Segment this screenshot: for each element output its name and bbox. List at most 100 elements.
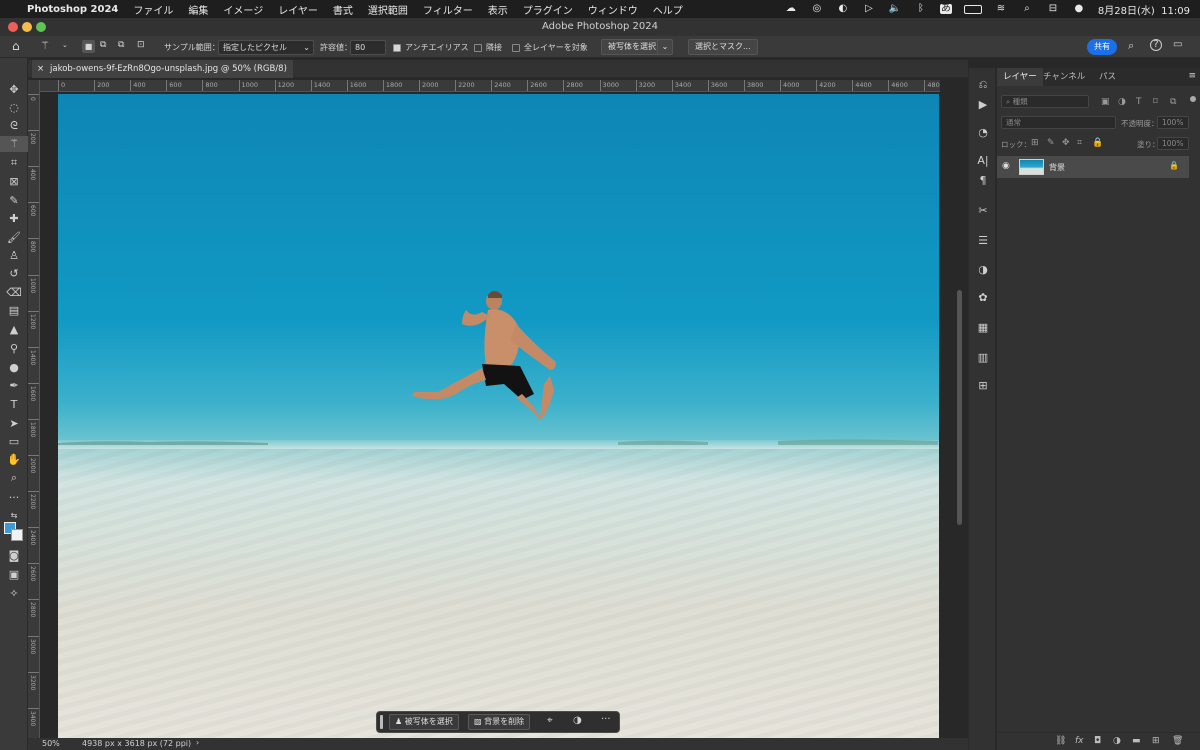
new-adjustment-icon[interactable]: ◑	[1113, 736, 1121, 746]
lock-image-icon[interactable]: ✎	[1047, 138, 1055, 148]
transform-icon[interactable]: ⌖	[547, 715, 553, 726]
menu-window[interactable]: ウィンドウ	[588, 2, 638, 17]
ctx-select-subject-button[interactable]: ♟ 被写体を選択	[389, 714, 459, 730]
all-layers-checkbox[interactable]: 全レイヤーを対象	[512, 42, 588, 53]
link-layers-icon[interactable]: ⛓	[1055, 736, 1066, 746]
close-window-button[interactable]	[8, 22, 18, 32]
paragraph-panel-icon[interactable]: ¶	[969, 174, 997, 187]
new-group-icon[interactable]: ▬	[1132, 736, 1141, 746]
menu-plugins[interactable]: プラグイン	[523, 2, 573, 17]
clone-stamp-icon[interactable]: ♙	[0, 248, 28, 264]
adjustment-icon[interactable]: ◑	[573, 715, 582, 726]
marquee-tool-icon[interactable]: ◌	[0, 100, 28, 116]
sync-icon[interactable]: ◐	[836, 4, 850, 14]
pen-tool-icon[interactable]: ✒	[0, 378, 28, 394]
document-tab[interactable]: × jakob-owens-9f-EzRn8Ogo-unsplash.jpg @…	[32, 60, 293, 78]
select-subject-dropdown-icon[interactable]: ⌄	[657, 39, 673, 55]
control-center-icon[interactable]: ⊟	[1046, 4, 1060, 14]
zoom-level[interactable]: 50%	[42, 739, 60, 748]
properties-panel-icon[interactable]: ◔	[969, 126, 997, 139]
select-subject-button[interactable]: 被写体を選択	[601, 39, 663, 55]
horizontal-ruler[interactable]: 0 200 400 600 800 1000 1200 1400 1600 1800 2000 220…	[40, 80, 940, 92]
gradient-tool-icon[interactable]: ▤	[0, 303, 28, 319]
menu-edit[interactable]: 編集	[188, 2, 208, 17]
zoom-tool-icon[interactable]: ⌕	[0, 470, 28, 486]
frame-tool-icon[interactable]: ⊠	[0, 174, 28, 190]
magic-wand-tool-icon[interactable]: ⚚	[0, 136, 28, 152]
add-selection-icon[interactable]: ⧉	[100, 40, 106, 50]
tab-channels[interactable]: チャンネル	[1037, 68, 1091, 86]
vertical-scrollbar[interactable]	[957, 290, 962, 525]
input-method-icon[interactable]: あ	[939, 4, 952, 14]
magic-wand-tool-icon[interactable]: ⚚	[40, 39, 50, 52]
bookmark-icon[interactable]: ▷	[862, 4, 876, 14]
search-icon[interactable]: ⌕	[1128, 39, 1134, 53]
menu-select[interactable]: 選択範囲	[368, 2, 408, 17]
menu-app-name[interactable]: Photoshop 2024	[27, 4, 118, 15]
generative-icon[interactable]: ✧	[0, 586, 28, 602]
lasso-tool-icon[interactable]: ᘓ	[0, 118, 28, 134]
delete-layer-icon[interactable]: 🗑	[1172, 736, 1183, 746]
path-selection-icon[interactable]: ➤	[0, 416, 28, 432]
rectangle-tool-icon[interactable]: ▭	[0, 434, 28, 450]
opacity-input[interactable]: 100%	[1157, 116, 1189, 129]
quick-mask-icon[interactable]: ◙	[0, 548, 28, 564]
healing-brush-icon[interactable]: ✚	[0, 211, 28, 227]
menu-layer[interactable]: レイヤー	[278, 2, 318, 17]
tool-preset-chevron-icon[interactable]: ⌄	[62, 41, 68, 49]
background-color-swatch[interactable]	[11, 529, 23, 541]
subtract-selection-icon[interactable]: ⧉	[118, 40, 124, 50]
swatches-panel-icon[interactable]: ▦	[969, 321, 997, 334]
menu-view[interactable]: 表示	[488, 2, 508, 17]
filter-adjustment-icon[interactable]: ◑	[1118, 97, 1126, 107]
type-tool-icon[interactable]: T	[0, 397, 28, 413]
more-options-icon[interactable]: ···	[601, 714, 611, 725]
workspace-icon[interactable]: ▭	[1173, 39, 1182, 50]
tolerance-input[interactable]: 80	[350, 40, 386, 55]
adjustments-icon[interactable]: ☰	[969, 234, 997, 247]
sample-size-select[interactable]: 指定したピクセル ⌄	[218, 40, 314, 55]
crop-tool-icon[interactable]: ⌗	[0, 155, 28, 171]
battery-icon[interactable]	[963, 4, 982, 14]
clock-datetime[interactable]: 8月28日(水) 11:09	[1098, 2, 1190, 17]
panel-menu-icon[interactable]: ≡	[1188, 71, 1196, 81]
color-panel-icon[interactable]: ✿	[969, 291, 997, 304]
lock-position-icon[interactable]: ✥	[1062, 138, 1070, 148]
move-tool-icon[interactable]: ✥	[0, 82, 28, 98]
menu-image[interactable]: イメージ	[223, 2, 263, 17]
volume-icon[interactable]: 🔈	[888, 4, 902, 14]
history-brush-icon[interactable]: ↺	[0, 266, 28, 282]
new-layer-icon[interactable]: ⊞	[1152, 736, 1160, 746]
layer-row-background[interactable]: ◉ 背景 🔒	[997, 156, 1189, 178]
eraser-tool-icon[interactable]: ⌫	[0, 285, 28, 301]
home-icon[interactable]: ⌂	[12, 39, 20, 53]
status-chevron-icon[interactable]: ›	[196, 738, 199, 747]
filter-smart-object-icon[interactable]: ⧉	[1170, 97, 1176, 107]
tab-paths[interactable]: パス	[1093, 68, 1122, 86]
blur-tool-icon[interactable]: ▲	[0, 322, 28, 338]
intersect-selection-icon[interactable]: ⊡	[137, 40, 145, 50]
tab-layers[interactable]: レイヤー	[997, 68, 1043, 86]
layer-name[interactable]: 背景	[1049, 162, 1065, 173]
lock-all-icon[interactable]: 🔒	[1092, 138, 1103, 148]
menu-file[interactable]: ファイル	[133, 2, 173, 17]
contiguous-checkbox[interactable]: 隣接	[474, 42, 502, 53]
minimize-window-button[interactable]	[22, 22, 32, 32]
filter-type-icon[interactable]: T	[1136, 97, 1142, 107]
adjustment-layers-icon[interactable]: ◑	[969, 263, 997, 276]
menu-filter[interactable]: フィルター	[423, 2, 473, 17]
drag-handle-icon[interactable]	[380, 715, 383, 729]
antialias-checkbox[interactable]: アンチエイリアス	[393, 42, 469, 53]
filter-toggle-icon[interactable]	[1190, 96, 1196, 102]
layer-filter-select[interactable]: ⌕ 種類	[1001, 95, 1089, 108]
character-panel-icon[interactable]: A|	[969, 154, 997, 167]
vertical-ruler[interactable]: 0 200 400 600 800 1000 1200 1400 1600 1800 2000 220…	[28, 80, 40, 738]
zoom-window-button[interactable]	[36, 22, 46, 32]
document-canvas[interactable]	[58, 94, 939, 738]
actions-panel-icon[interactable]: ▶	[969, 98, 997, 111]
siri-icon[interactable]: ●	[1072, 4, 1086, 14]
search-icon[interactable]: ⌕	[1020, 4, 1034, 14]
eyedropper-tool-icon[interactable]: ✎	[0, 193, 28, 209]
lock-artboard-icon[interactable]: ⌗	[1077, 138, 1082, 148]
creative-cloud-icon[interactable]: ◎	[810, 4, 824, 14]
